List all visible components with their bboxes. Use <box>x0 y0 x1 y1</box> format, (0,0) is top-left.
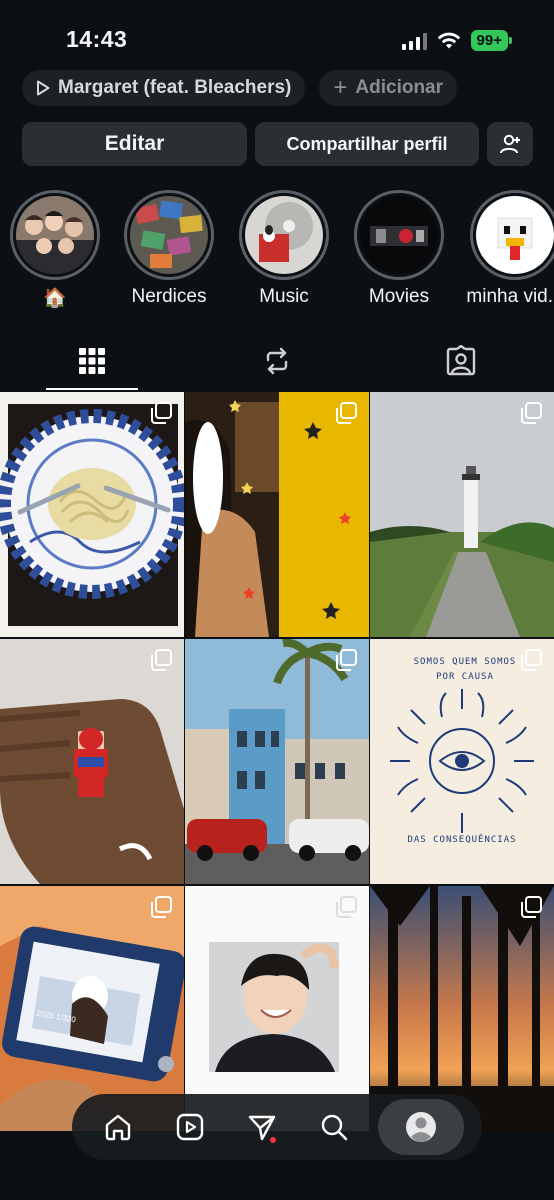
multiple-posts-icon <box>521 896 542 918</box>
multiple-posts-icon <box>151 402 172 424</box>
highlight-cover <box>245 196 323 274</box>
home-icon <box>105 1114 131 1141</box>
highlight-music[interactable]: Music <box>229 190 339 308</box>
nav-direct[interactable] <box>234 1099 290 1155</box>
tagged-icon <box>446 345 476 376</box>
multiple-posts-icon <box>336 402 357 424</box>
nav-home[interactable] <box>90 1099 146 1155</box>
multiple-posts-icon <box>151 896 172 918</box>
profile-chips: Margaret (feat. Bleachers) + Adicionar <box>22 70 458 106</box>
bottom-nav <box>72 1094 482 1160</box>
status-bar: 14:43 99+ <box>0 0 554 70</box>
profile-tabs <box>0 330 554 392</box>
highlight-cover <box>476 196 554 274</box>
add-user-button[interactable] <box>487 122 533 166</box>
search-icon <box>321 1114 348 1141</box>
post-lego-hand[interactable] <box>0 639 184 884</box>
post-lighthouse[interactable] <box>370 392 554 637</box>
post-stars-portrait[interactable] <box>185 392 369 637</box>
highlight-label: 🏠 <box>43 288 67 309</box>
highlight-label: Movies <box>368 286 430 307</box>
nav-search[interactable] <box>306 1099 362 1155</box>
highlight-minha-vida[interactable]: minha vid... <box>460 190 554 308</box>
music-chip[interactable]: Margaret (feat. Bleachers) <box>22 70 306 106</box>
reposts-icon <box>266 347 288 375</box>
status-icons: 99+ <box>401 30 513 51</box>
add-chip[interactable]: + Adicionar <box>319 70 458 106</box>
tab-reposts[interactable] <box>231 330 323 392</box>
multiple-posts-icon <box>521 402 542 424</box>
nav-profile[interactable] <box>378 1099 464 1155</box>
profile-icon <box>406 1112 436 1142</box>
notification-dot <box>270 1137 276 1143</box>
post-quote-bottom: DAS CONSEQUÊNCIAS <box>407 835 517 845</box>
status-time: 14:43 <box>66 26 128 52</box>
wifi-icon <box>437 32 460 48</box>
multiple-posts-icon <box>151 649 172 671</box>
highlight-cover <box>360 196 438 274</box>
multiple-posts-icon <box>336 896 357 918</box>
highlight-label: Music <box>259 286 309 307</box>
highlight-label: minha vid... <box>466 286 554 307</box>
edit-profile-button[interactable]: Editar <box>22 122 247 166</box>
share-profile-button[interactable]: Compartilhar perfil <box>255 122 479 166</box>
add-chip-label: Adicionar <box>355 77 444 98</box>
grid-icon <box>79 348 105 374</box>
post-pasta-plate[interactable] <box>0 392 184 637</box>
music-chip-label: Margaret (feat. Bleachers) <box>58 77 292 98</box>
highlight-home[interactable]: 🏠 <box>0 190 110 310</box>
play-icon <box>37 80 50 96</box>
add-person-icon <box>500 134 520 154</box>
signal-icon <box>401 32 427 50</box>
post-sun-quote[interactable]: SOMOS QUEM SOMOS POR CAUSA DAS CONSEQUÊN… <box>370 639 554 884</box>
highlight-nerdices[interactable]: Nerdices <box>114 190 224 308</box>
highlight-cover <box>130 196 208 274</box>
post-colonial-street[interactable] <box>185 639 369 884</box>
tab-posts[interactable] <box>46 330 138 392</box>
profile-actions: Editar Compartilhar perfil <box>22 122 533 166</box>
multiple-posts-icon <box>521 649 542 671</box>
plus-icon: + <box>333 74 348 101</box>
tab-tagged[interactable] <box>415 330 507 392</box>
multiple-posts-icon <box>336 649 357 671</box>
nav-reels[interactable] <box>162 1099 218 1155</box>
highlight-cover <box>16 196 94 274</box>
highlight-movies[interactable]: Movies <box>344 190 454 308</box>
highlight-label: Nerdices <box>131 286 207 307</box>
reels-icon <box>176 1113 204 1141</box>
story-highlights: 🏠 Nerdices Music Movies minha vid... <box>0 190 554 320</box>
battery-indicator: 99+ <box>470 30 513 51</box>
